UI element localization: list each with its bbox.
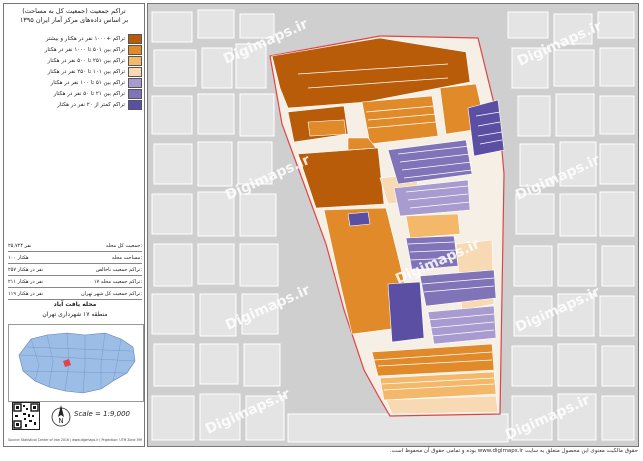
stat-row: ۲۱۱ نفر در هکتار تراکم جمعیت محله ۱۷: — [8, 276, 142, 288]
legend-item: تراکم +۱۰۰۰ نفر در هکتار و بیشتر — [8, 34, 142, 44]
legend-swatch — [128, 67, 142, 77]
stat-row: ۲۵,۷۲۴ نفر جمعیت کل محله: — [8, 240, 142, 252]
legend-item: تراکم بین ۵۰۱ تا ۱۰۰۰ نفر در هکتار — [8, 45, 142, 55]
stat-row: ۲۵۷ نفر در هکتار تراکم جمعیت ناخالص: — [8, 264, 142, 276]
scale-box: N Scale = 1:9,000 — [8, 402, 142, 436]
north-arrow-icon: N — [50, 404, 72, 428]
legend-swatch — [128, 45, 142, 55]
map-title: تراکم جمعیت (جمعیت کل به مساحت) — [22, 7, 126, 15]
source-footer: Source: Statistical Center of Iran 2016 … — [8, 438, 142, 442]
stat-row: ۱۱۹ نفر در هکتار تراکم جمعیت کل شهر تهران… — [8, 288, 142, 300]
legend-item: تراکم بین ۵۱ تا ۱۰۰ نفر در هکتار — [8, 78, 142, 88]
map-canvas[interactable]: Digimaps.ir Digimaps.ir Digimaps.ir Digi… — [147, 3, 639, 447]
map-sidebar: تراکم جمعیت (جمعیت کل به مساحت) بر اساس … — [3, 3, 145, 447]
legend-item: تراکم بین ۲۵۱ تا ۵۰۰ نفر در هکتار — [8, 56, 142, 66]
stat-row: ۱۰۰ هکتار مساحت محله: — [8, 252, 142, 264]
copyright-notice: حقوق مالکیت معنوی این محصول متعلق به سای… — [389, 448, 638, 454]
legend-swatch — [128, 100, 142, 110]
locator-inset-map — [8, 324, 144, 402]
legend-swatch — [128, 34, 142, 44]
region-subtitle: منطقه ۱۷ شهرداری تهران — [42, 311, 108, 318]
legend-swatch — [128, 56, 142, 66]
legend-item: تراکم کمتر از ۲۰ نفر در هکتار — [8, 100, 142, 110]
map-svg: Digimaps.ir Digimaps.ir Digimaps.ir Digi… — [151, 9, 635, 444]
map-sheet: تراکم جمعیت (جمعیت کل به مساحت) بر اساس … — [0, 0, 643, 461]
legend-item: تراکم بین ۱۰۱ تا ۲۵۰ نفر در هکتار — [8, 67, 142, 77]
svg-text:N: N — [58, 417, 63, 425]
legend-item: تراکم بین ۲۱ تا ۵۰ نفر در هکتار — [8, 89, 142, 99]
qr-code-icon[interactable] — [12, 402, 40, 430]
scale-label: Scale = 1:9,000 — [74, 410, 130, 418]
map-subtitle: بر اساس داده‌های مرکز آمار ایران ۱۳۹۵ — [19, 16, 129, 24]
legend-swatch — [128, 78, 142, 88]
legend-swatch — [128, 89, 142, 99]
region-name: محله یافت آباد — [53, 301, 97, 308]
tehran-locator-map — [18, 332, 136, 394]
